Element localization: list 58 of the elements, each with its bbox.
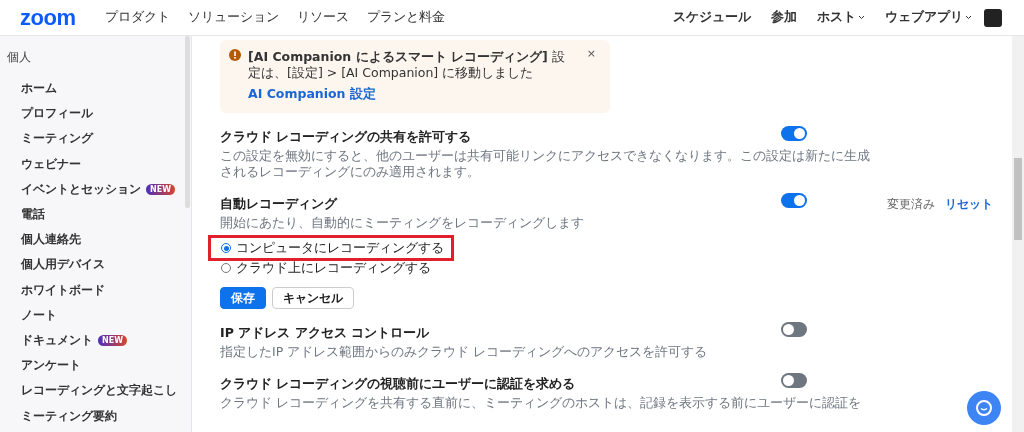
sidebar-item[interactable]: ドキュメント NEW [0, 327, 191, 354]
header-link[interactable]: ウェブアプリ [885, 9, 972, 26]
sidebar-item-label: レコーディングと文字起こし [21, 382, 177, 400]
sidebar-item-label: ミーティング [21, 130, 93, 148]
radio-label: コンピュータにレコーディングする [236, 239, 444, 257]
radio-label: クラウド上にレコーディングする [236, 259, 431, 277]
sidebar-item[interactable]: レコーディングと文字起こし [0, 378, 191, 404]
cancel-button[interactable]: キャンセル [272, 287, 354, 309]
sidebar-item-label: 個人用デバイス [21, 256, 105, 274]
sidebar-item-label: ノート [21, 306, 57, 324]
setting-description: クラウド レコーディングを共有する直前に、ミーティングのホストは、記録を表示する前にユーザーに認証を [220, 395, 862, 411]
nav-link[interactable]: プランと料金 [367, 9, 446, 26]
sidebar-item-label: ホワイトボード [21, 281, 105, 299]
nav-link[interactable]: ソリューション [188, 9, 280, 26]
setting-title: 自動レコーディング [220, 196, 339, 211]
sidebar-item-label: イベントとセッション [21, 180, 141, 198]
setting-description: 指定したIP アドレス範囲からのみクラウド レコーディングへのアクセスを許可する [220, 344, 709, 360]
header-link[interactable]: ホスト [817, 9, 865, 26]
sidebar-item[interactable]: 個人用デバイス [0, 252, 191, 278]
sidebar-item[interactable]: ノート [0, 302, 191, 328]
notice-text: [AI Companion によるスマート レコーディング] 設定は、[設定] > [AI Companion] に移動しました [248, 49, 566, 81]
ai-companion-link[interactable]: AI Companion 設定 [248, 86, 376, 103]
sidebar-item[interactable]: ウェビナー [0, 151, 191, 177]
sidebar-item-label: ミーティング要約 [21, 407, 117, 425]
nav-link[interactable]: プロダクト [105, 9, 171, 26]
header-link[interactable]: 参加 [771, 9, 797, 26]
section-label: 個人 [6, 49, 32, 66]
sidebar-item-label: アンケート [21, 357, 81, 375]
sidebar-item[interactable]: 個人連絡先 [0, 227, 191, 253]
modified-label: 変更済み [887, 196, 935, 213]
new-badge: NEW [146, 183, 175, 195]
sidebar-item-label: ウェビナー [21, 155, 81, 173]
radio-option[interactable]: クラウド上にレコーディングする [208, 255, 781, 281]
close-button[interactable]: × [586, 47, 596, 60]
nav-link[interactable]: リソース [297, 9, 350, 26]
sidebar-item[interactable]: 電話 [0, 201, 191, 228]
sidebar-item-label: 個人連絡先 [21, 231, 81, 249]
new-badge: NEW [98, 334, 127, 346]
sidebar-item-label: ホーム [21, 80, 57, 98]
zoom-logo[interactable]: zoom [20, 4, 76, 31]
sidebar-item[interactable]: ホーム [0, 76, 191, 102]
setting-description: この設定を無効にすると、他のユーザーは共有可能リンクにアクセスできなくなります。この設定は新たに生成されるレコーディングにのみ適用されます。 [220, 148, 870, 180]
setting-description: 開始にあたり、自動的にミーティングをレコーディングします [220, 215, 585, 231]
sidebar-item[interactable]: イベントとセッション NEW [0, 176, 191, 202]
sidebar-item-label: プロフィール [21, 105, 93, 123]
setting-title: クラウド レコーディングの共有を許可する [220, 129, 473, 144]
setting-title: IP アドレス アクセス コントロール [220, 325, 430, 340]
sidebar-item[interactable]: プロフィール [0, 101, 191, 127]
sidebar-item-label: ドキュメント [21, 331, 93, 349]
sidebar-item[interactable]: ミーティング [0, 126, 191, 152]
setting-title: クラウド レコーディングの視聴前にユーザーに認証を求める [220, 376, 577, 391]
reset-link[interactable]: リセット [945, 196, 993, 213]
sidebar-item[interactable]: ホワイトボード [0, 277, 191, 303]
sidebar-item-label: 電話 [21, 206, 45, 224]
sidebar-item[interactable]: ミーティング要約 [0, 403, 191, 429]
header-link[interactable]: スケジュール [673, 9, 751, 26]
save-button[interactable]: 保存 [220, 287, 266, 309]
sidebar-item[interactable]: アンケート [0, 353, 191, 379]
